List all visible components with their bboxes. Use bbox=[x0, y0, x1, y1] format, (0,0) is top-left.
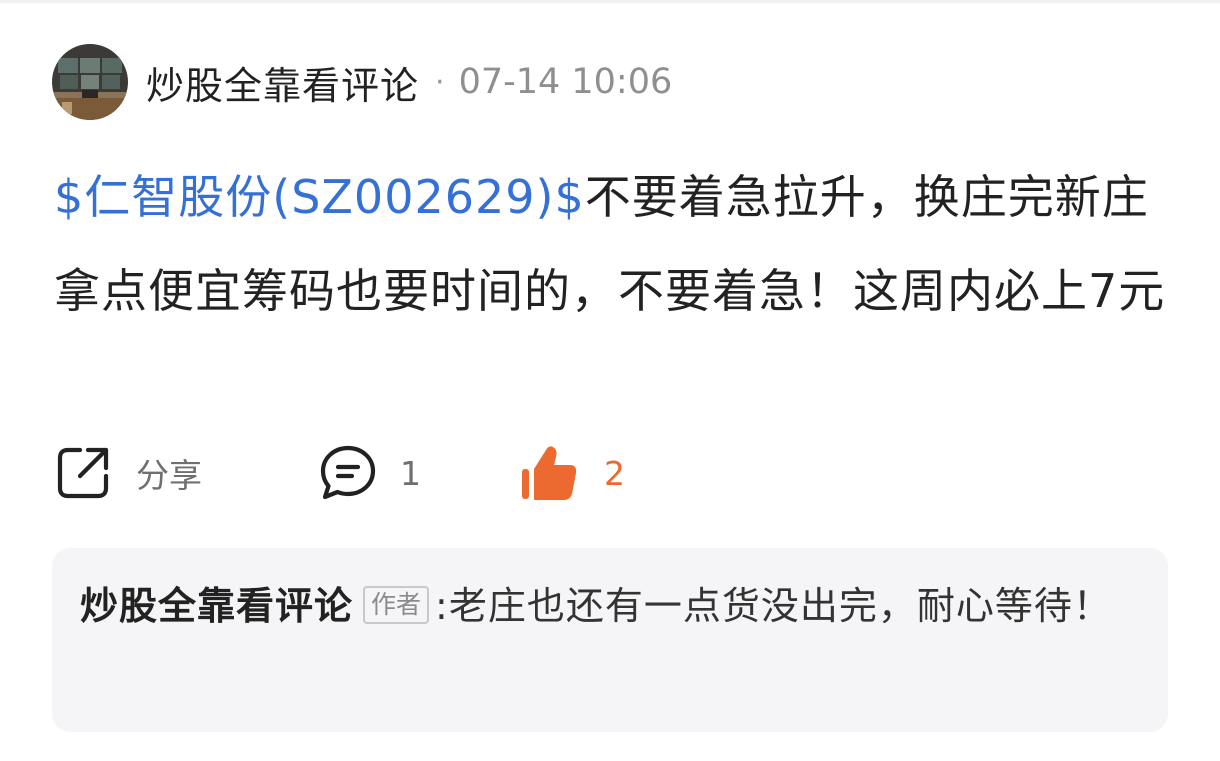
share-label: 分享 bbox=[136, 456, 202, 495]
comment-icon bbox=[318, 443, 378, 503]
post-header: 炒股全靠看评论 · 07-14 10:06 bbox=[52, 44, 672, 120]
comment-count: 1 bbox=[400, 453, 421, 493]
post-timestamp: 07-14 10:06 bbox=[458, 62, 673, 102]
comment-button[interactable]: 1 bbox=[318, 440, 421, 506]
reply-text: 炒股全靠看评论 作者:老庄也还有一点货没出完，耐心等待！ bbox=[80, 570, 1140, 643]
reply-author[interactable]: 炒股全靠看评论 bbox=[80, 584, 353, 628]
stock-link[interactable]: $仁智股份(SZ002629)$ bbox=[54, 170, 585, 224]
reply-separator: : bbox=[435, 584, 449, 628]
meta-separator: · bbox=[435, 64, 445, 100]
reply-content: 老庄也还有一点货没出完，耐心等待！ bbox=[448, 584, 1112, 628]
like-button[interactable]: 2 bbox=[520, 440, 625, 506]
author-badge: 作者 bbox=[363, 586, 430, 624]
author-name[interactable]: 炒股全靠看评论 bbox=[146, 55, 419, 110]
thumbs-up-icon bbox=[520, 443, 578, 503]
like-count: 2 bbox=[604, 453, 625, 493]
avatar[interactable] bbox=[52, 44, 128, 120]
share-button[interactable]: 分享 bbox=[54, 440, 202, 506]
post-actions: 分享 1 2 bbox=[54, 440, 754, 506]
reply-card[interactable]: 炒股全靠看评论 作者:老庄也还有一点货没出完，耐心等待！ bbox=[52, 548, 1168, 732]
post-body: $仁智股份(SZ002629)$不要着急拉升，换庄完新庄拿点便宜筹码也要时间的，… bbox=[54, 150, 1184, 338]
top-divider bbox=[0, 0, 1220, 3]
share-icon bbox=[54, 444, 112, 502]
